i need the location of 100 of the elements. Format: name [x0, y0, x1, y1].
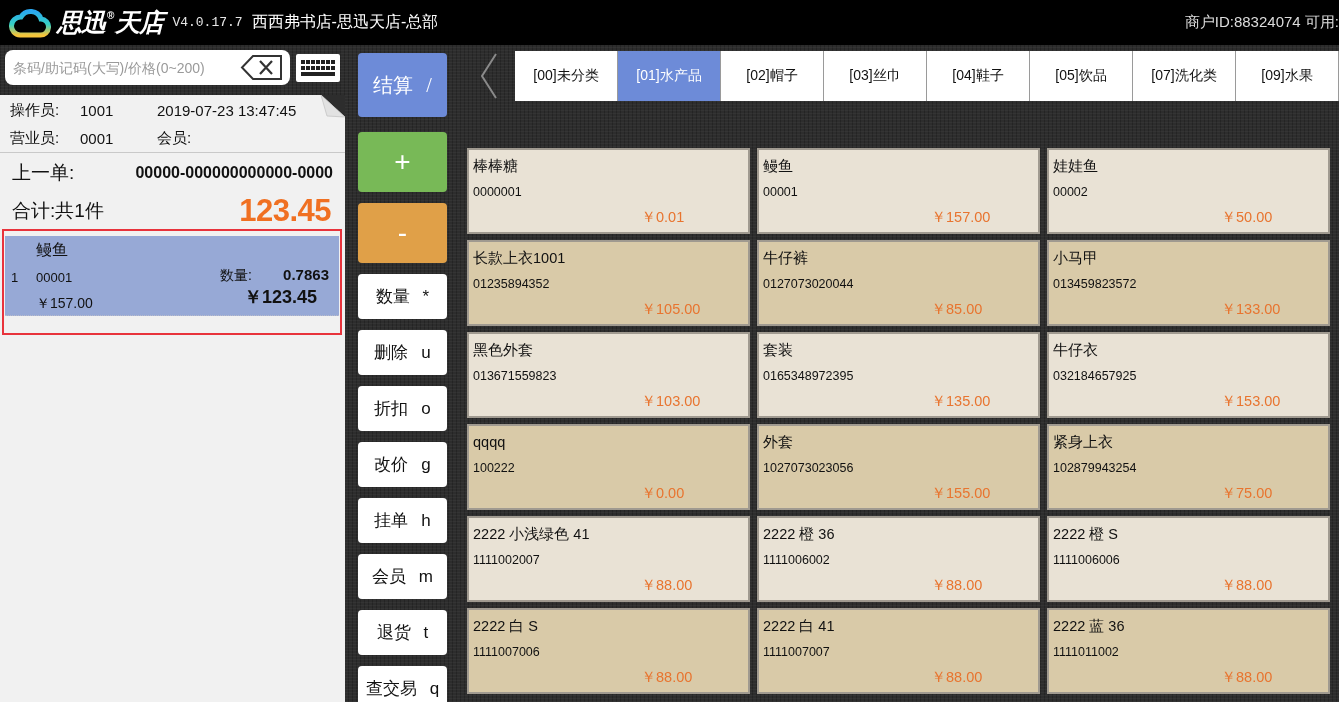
- product-tile[interactable]: 2222 橙 36 1111006002 ￥88.00: [757, 516, 1040, 602]
- product-code: 1111006006: [1053, 552, 1120, 569]
- item-index: 1: [11, 270, 19, 285]
- member-label: 会员:: [157, 128, 192, 148]
- product-code: 100222: [473, 460, 515, 477]
- function-button[interactable]: 改价 g: [358, 442, 447, 487]
- product-price: ￥157.00: [931, 208, 991, 227]
- product-name: 2222 蓝 36: [1053, 617, 1125, 636]
- search-field[interactable]: 条码/助记码(大写)/价格(0~200): [5, 50, 238, 85]
- product-name: 套装: [763, 341, 793, 360]
- category-tab[interactable]: [07]洗化类: [1133, 51, 1236, 101]
- product-code: 013459823572: [1053, 276, 1137, 293]
- product-tile[interactable]: 娃娃鱼 00002 ￥50.00: [1047, 148, 1330, 234]
- product-name: 2222 白 41: [763, 617, 835, 636]
- backspace-icon[interactable]: [238, 50, 290, 85]
- function-button[interactable]: 挂单 h: [358, 498, 447, 543]
- chevron-left-icon[interactable]: [480, 53, 498, 99]
- last-order-label: 上一单:: [12, 161, 75, 185]
- product-tile[interactable]: 套装 0165348972395 ￥135.00: [757, 332, 1040, 418]
- clerk-id: 0001: [80, 129, 114, 147]
- product-tile[interactable]: 2222 小浅绿色 41 1111002007 ￥88.00: [467, 516, 750, 602]
- product-code: 1111011002: [1053, 644, 1119, 661]
- product-price: ￥88.00: [641, 576, 693, 595]
- product-price: ￥75.00: [1221, 484, 1273, 503]
- product-code: 00002: [1053, 184, 1088, 201]
- function-button[interactable]: 折扣 o: [358, 386, 447, 431]
- keyboard-icon[interactable]: [296, 53, 340, 82]
- corner-fold-icon: [318, 95, 345, 119]
- product-tile[interactable]: 长款上衣1001 01235894352 ￥105.00: [467, 240, 750, 326]
- product-code: 0165348972395: [763, 368, 854, 385]
- product-name: 外套: [763, 433, 793, 452]
- product-name: 紧身上衣: [1053, 433, 1113, 452]
- quantity-label: 数量:: [220, 267, 252, 285]
- clerk-label: 营业员:: [10, 128, 60, 148]
- product-price: ￥88.00: [1221, 668, 1273, 687]
- product-code: 0000001: [473, 184, 522, 201]
- item-price: ￥157.00: [36, 294, 93, 313]
- category-tab[interactable]: [05]饮品: [1030, 51, 1133, 101]
- product-name: 2222 橙 S: [1053, 525, 1118, 544]
- product-code: 102879943254: [1053, 460, 1137, 477]
- product-price: ￥155.00: [931, 484, 991, 503]
- product-name: 长款上衣1001: [473, 249, 566, 268]
- product-code: 0127073020044: [763, 276, 854, 293]
- product-price: ￥0.00: [641, 484, 685, 503]
- category-tab[interactable]: [02]帽子: [721, 51, 824, 101]
- function-button[interactable]: 查交易 q: [358, 666, 447, 702]
- function-button[interactable]: 删除 u: [358, 330, 447, 375]
- product-code: 1111007006: [473, 644, 540, 661]
- product-price: ￥85.00: [931, 300, 983, 319]
- cloud-logo-icon: [9, 7, 51, 38]
- product-tile[interactable]: 外套 1027073023056 ￥155.00: [757, 424, 1040, 510]
- product-tile[interactable]: 紧身上衣 102879943254 ￥75.00: [1047, 424, 1330, 510]
- product-name: 棒棒糖: [473, 157, 518, 176]
- product-name: 小马甲: [1053, 249, 1098, 268]
- date-time: 2019-07-23 13:47:45: [157, 101, 297, 119]
- product-price: ￥105.00: [641, 300, 701, 319]
- product-name: 娃娃鱼: [1053, 157, 1098, 176]
- product-name: 2222 橙 36: [763, 525, 835, 544]
- product-price: ￥88.00: [1221, 576, 1273, 595]
- product-name: qqqq: [473, 433, 506, 452]
- version-label: V4.0.17.7: [172, 15, 243, 30]
- product-name: 黑色外套: [473, 341, 533, 360]
- item-amount: ￥123.45: [243, 286, 317, 309]
- function-button[interactable]: 退货 t: [358, 610, 447, 655]
- function-button[interactable]: 会员 m: [358, 554, 447, 599]
- product-code: 013671559823: [473, 368, 557, 385]
- cart-item[interactable]: 鳗鱼 1 00001 ￥157.00 数量: 0.7863 ￥123.45: [5, 236, 339, 316]
- product-tile[interactable]: 2222 橙 S 1111006006 ￥88.00: [1047, 516, 1330, 602]
- function-button[interactable]: 数量 *: [358, 274, 447, 319]
- product-code: 00001: [763, 184, 798, 201]
- operator-label: 操作员:: [10, 100, 60, 120]
- category-tab[interactable]: [09]水果: [1236, 51, 1339, 101]
- total-label: 合计:共1件: [12, 199, 104, 223]
- product-tile[interactable]: 棒棒糖 0000001 ￥0.01: [467, 148, 750, 234]
- product-tile[interactable]: 2222 白 41 1111007007 ￥88.00: [757, 608, 1040, 694]
- product-price: ￥103.00: [641, 392, 701, 411]
- product-price: ￥88.00: [641, 668, 693, 687]
- product-price: ￥133.00: [1221, 300, 1281, 319]
- item-name: 鳗鱼: [36, 239, 68, 260]
- product-tile[interactable]: qqqq 100222 ￥0.00: [467, 424, 750, 510]
- product-price: ￥0.01: [641, 208, 685, 227]
- product-tile[interactable]: 鳗鱼 00001 ￥157.00: [757, 148, 1040, 234]
- product-tile[interactable]: 牛仔衣 032184657925 ￥153.00: [1047, 332, 1330, 418]
- merchant-info: 商户ID:88324074 可用:: [1184, 13, 1339, 32]
- product-name: 2222 白 S: [473, 617, 538, 636]
- product-price: ￥88.00: [931, 576, 983, 595]
- product-tile[interactable]: 2222 白 S 1111007006 ￥88.00: [467, 608, 750, 694]
- category-tab[interactable]: [00]未分类: [515, 51, 618, 101]
- total-amount: 123.45: [239, 193, 331, 229]
- product-code: 032184657925: [1053, 368, 1137, 385]
- product-tile[interactable]: 黑色外套 013671559823 ￥103.00: [467, 332, 750, 418]
- product-price: ￥135.00: [931, 392, 991, 411]
- product-tile[interactable]: 2222 蓝 36 1111011002 ￥88.00: [1047, 608, 1330, 694]
- item-code: 00001: [36, 270, 73, 285]
- category-tab[interactable]: [04]鞋子: [927, 51, 1030, 101]
- product-tile[interactable]: 牛仔裤 0127073020044 ￥85.00: [757, 240, 1040, 326]
- product-price: ￥50.00: [1221, 208, 1273, 227]
- product-price: ￥153.00: [1221, 392, 1281, 411]
- product-tile[interactable]: 小马甲 013459823572 ￥133.00: [1047, 240, 1330, 326]
- category-tab[interactable]: [03]丝巾: [824, 51, 927, 101]
